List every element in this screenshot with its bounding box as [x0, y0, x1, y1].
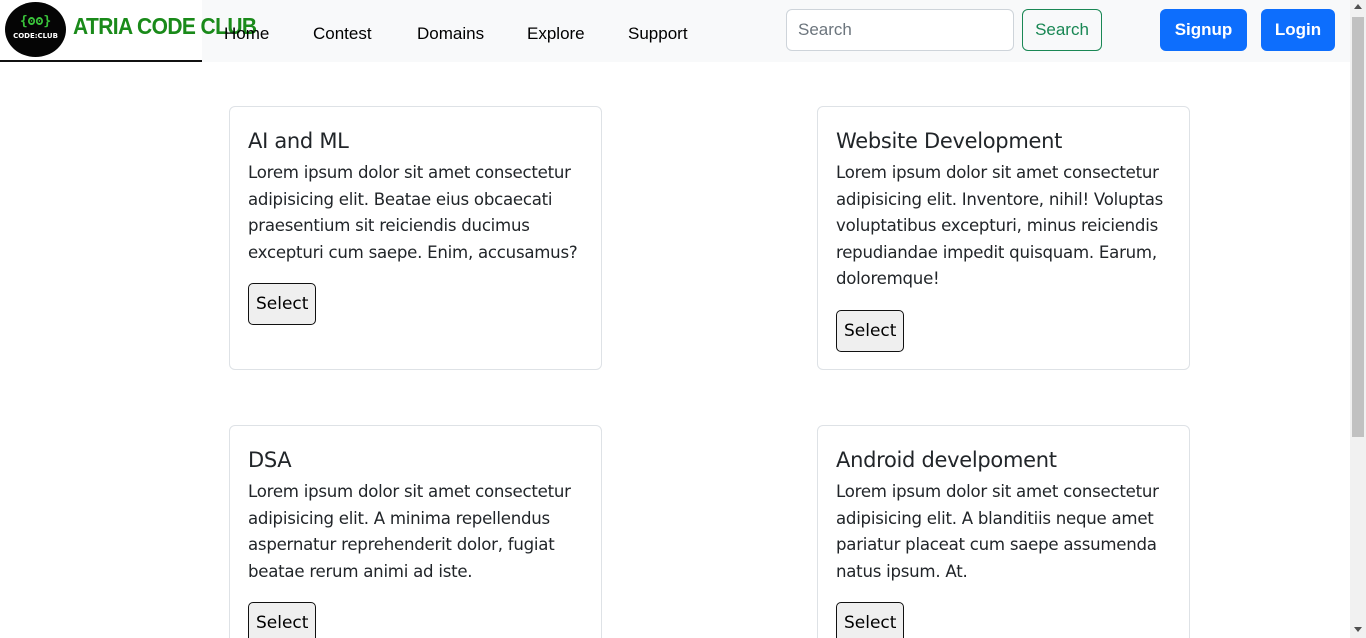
card-title: Website Development — [836, 129, 1063, 153]
nav-item-support[interactable]: Support — [628, 24, 688, 44]
signup-button[interactable]: Signup — [1160, 9, 1247, 51]
select-button[interactable]: Select — [248, 283, 317, 325]
navbar: {ʘʘ} CODE:CLUB ATRIA CODE CLUB Home Cont… — [0, 0, 1350, 62]
nav-item-home[interactable]: Home — [224, 24, 269, 44]
card-text: Lorem ipsum dolor sit amet consectetur a… — [836, 163, 1164, 288]
logo-glyph: {ʘʘ} — [19, 14, 52, 29]
nav-item-domains[interactable]: Domains — [417, 24, 484, 44]
brand[interactable]: {ʘʘ} CODE:CLUB ATRIA CODE CLUB — [0, 0, 257, 62]
card-text: Lorem ipsum dolor sit amet consectetur a… — [248, 482, 571, 581]
logo-text: CODE:CLUB — [13, 32, 58, 40]
domain-card-android: Android develpoment Lorem ipsum dolor si… — [817, 425, 1190, 638]
search-button[interactable]: Search — [1022, 9, 1102, 51]
card-text: Lorem ipsum dolor sit amet consectetur a… — [248, 163, 578, 262]
scroll-down-arrow-icon[interactable] — [1354, 627, 1362, 632]
domain-card-ai-ml: AI and ML Lorem ipsum dolor sit amet con… — [229, 106, 602, 370]
card-title: DSA — [248, 448, 292, 472]
nav-item-contest[interactable]: Contest — [313, 24, 372, 44]
domain-card-dsa: DSA Lorem ipsum dolor sit amet consectet… — [229, 425, 602, 638]
logo: {ʘʘ} CODE:CLUB — [5, 2, 66, 57]
vertical-scrollbar[interactable] — [1350, 0, 1366, 638]
select-button[interactable]: Select — [248, 602, 317, 638]
scroll-up-arrow-icon[interactable] — [1354, 4, 1362, 9]
card-title: AI and ML — [248, 129, 349, 153]
select-button[interactable]: Select — [836, 602, 905, 638]
search-input[interactable] — [786, 9, 1014, 51]
domain-card-web-dev: Website Development Lorem ipsum dolor si… — [817, 106, 1190, 370]
nav-item-explore[interactable]: Explore — [527, 24, 585, 44]
card-text: Lorem ipsum dolor sit amet consectetur a… — [836, 482, 1159, 581]
scroll-thumb[interactable] — [1352, 17, 1364, 437]
card-title: Android develpoment — [836, 448, 1057, 472]
select-button[interactable]: Select — [836, 309, 905, 352]
login-button[interactable]: Login — [1261, 9, 1335, 51]
